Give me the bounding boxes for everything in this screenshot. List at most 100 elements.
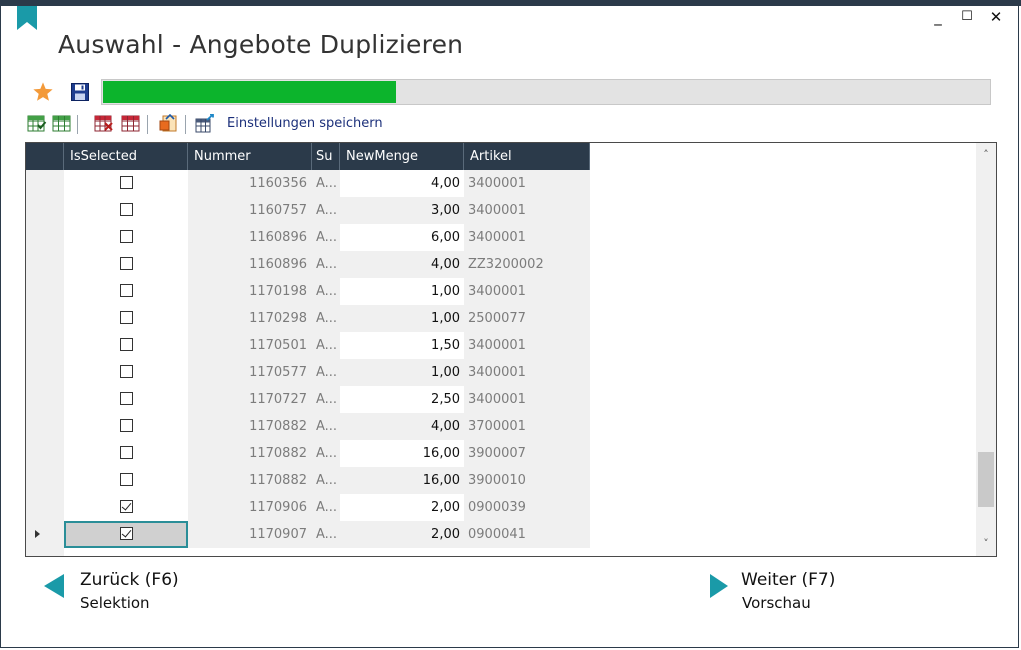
newmenge-cell[interactable]: 1,00 (340, 305, 464, 332)
nummer-cell[interactable]: 1170727 (188, 386, 312, 413)
artikel-cell[interactable]: 3400001 (464, 170, 590, 197)
newmenge-cell[interactable]: 4,00 (340, 413, 464, 440)
nummer-cell[interactable]: 1170882 (188, 413, 312, 440)
minimize-button[interactable]: _ (929, 8, 947, 26)
su-cell[interactable]: A... (312, 197, 340, 224)
isselected-cell[interactable] (64, 332, 188, 359)
grid-deselect-icon[interactable] (94, 114, 114, 134)
artikel-cell[interactable]: 3700001 (464, 413, 590, 440)
table-row[interactable]: 1170907 A... 2,00 0900041 (26, 521, 590, 548)
isselected-cell[interactable] (64, 197, 188, 224)
artikel-cell[interactable]: 3900007 (464, 440, 590, 467)
grid-settings-icon[interactable] (195, 114, 215, 134)
su-cell[interactable]: A... (312, 224, 340, 251)
grid-green-icon[interactable] (52, 114, 72, 134)
column-header-artikel[interactable]: Artikel (464, 143, 590, 170)
nummer-cell[interactable]: 1170882 (188, 440, 312, 467)
nummer-cell[interactable]: 1160896 (188, 251, 312, 278)
artikel-cell[interactable]: 3400001 (464, 359, 590, 386)
table-row[interactable]: 1170298 A... 1,00 2500077 (26, 305, 590, 332)
newmenge-cell[interactable]: 2,50 (340, 386, 464, 413)
table-row[interactable]: 1170906 A... 2,00 0900039 (26, 494, 590, 521)
su-cell[interactable]: A... (312, 440, 340, 467)
artikel-cell[interactable]: 0900041 (464, 521, 590, 548)
isselected-cell[interactable] (64, 170, 188, 197)
isselected-cell[interactable] (64, 521, 188, 548)
column-header-nummer[interactable]: Nummer (188, 143, 312, 170)
nummer-cell[interactable]: 1160757 (188, 197, 312, 224)
isselected-cell[interactable] (64, 386, 188, 413)
newmenge-cell[interactable]: 2,00 (340, 494, 464, 521)
table-row[interactable]: 1170577 A... 1,00 3400001 (26, 359, 590, 386)
grid-red-icon[interactable] (121, 114, 141, 134)
newmenge-cell[interactable]: 4,00 (340, 170, 464, 197)
bookmark-icon[interactable] (17, 6, 37, 30)
back-button[interactable]: Zurück (F6) Selektion (44, 570, 184, 616)
column-header-su[interactable]: Su (312, 143, 340, 170)
next-button[interactable]: Weiter (F7) Vorschau (710, 570, 850, 616)
table-row[interactable]: 1170727 A... 2,50 3400001 (26, 386, 590, 413)
newmenge-cell[interactable]: 6,00 (340, 224, 464, 251)
maximize-button[interactable]: ☐ (958, 8, 976, 26)
artikel-cell[interactable]: 3400001 (464, 332, 590, 359)
nummer-cell[interactable]: 1170501 (188, 332, 312, 359)
su-cell[interactable]: A... (312, 170, 340, 197)
table-row[interactable]: 1170882 A... 4,00 3700001 (26, 413, 590, 440)
newmenge-cell[interactable]: 2,00 (340, 521, 464, 548)
data-grid[interactable]: IsSelected Nummer Su NewMenge Artikel 11… (25, 142, 997, 557)
table-row[interactable]: 1170882 A... 16,00 3900010 (26, 467, 590, 494)
table-row[interactable]: 1170501 A... 1,50 3400001 (26, 332, 590, 359)
row-checkbox[interactable] (119, 527, 133, 540)
export-icon[interactable] (159, 114, 179, 134)
newmenge-cell[interactable]: 4,00 (340, 251, 464, 278)
artikel-cell[interactable]: 3400001 (464, 197, 590, 224)
isselected-cell[interactable] (64, 413, 188, 440)
newmenge-cell[interactable]: 1,50 (340, 332, 464, 359)
row-checkbox[interactable] (119, 446, 133, 459)
su-cell[interactable]: A... (312, 413, 340, 440)
artikel-cell[interactable]: 3400001 (464, 278, 590, 305)
row-checkbox[interactable] (119, 392, 133, 405)
table-row[interactable]: 1170882 A... 16,00 3900007 (26, 440, 590, 467)
su-cell[interactable]: A... (312, 278, 340, 305)
isselected-cell[interactable] (64, 467, 188, 494)
vertical-scrollbar[interactable]: ˄ ˅ (976, 143, 996, 556)
nummer-cell[interactable]: 1170906 (188, 494, 312, 521)
row-checkbox[interactable] (119, 203, 133, 216)
su-cell[interactable]: A... (312, 305, 340, 332)
isselected-cell[interactable] (64, 251, 188, 278)
nummer-cell[interactable]: 1170882 (188, 467, 312, 494)
isselected-cell[interactable] (64, 278, 188, 305)
newmenge-cell[interactable]: 16,00 (340, 440, 464, 467)
su-cell[interactable]: A... (312, 359, 340, 386)
su-cell[interactable]: A... (312, 386, 340, 413)
isselected-cell[interactable] (64, 224, 188, 251)
row-checkbox[interactable] (119, 500, 133, 513)
artikel-cell[interactable]: 0900039 (464, 494, 590, 521)
row-checkbox[interactable] (119, 473, 133, 486)
isselected-cell[interactable] (64, 494, 188, 521)
table-row[interactable]: 1160896 A... 4,00 ZZ3200002 (26, 251, 590, 278)
nummer-cell[interactable]: 1160896 (188, 224, 312, 251)
scroll-up-arrow-icon[interactable]: ˄ (976, 145, 996, 165)
save-icon[interactable] (71, 83, 89, 101)
nummer-cell[interactable]: 1170198 (188, 278, 312, 305)
row-checkbox[interactable] (119, 230, 133, 243)
isselected-cell[interactable] (64, 359, 188, 386)
su-cell[interactable]: A... (312, 494, 340, 521)
su-cell[interactable]: A... (312, 467, 340, 494)
table-row[interactable]: 1160896 A... 6,00 3400001 (26, 224, 590, 251)
column-header-newmenge[interactable]: NewMenge (340, 143, 464, 170)
artikel-cell[interactable]: 2500077 (464, 305, 590, 332)
nummer-cell[interactable]: 1170298 (188, 305, 312, 332)
scrollbar-thumb[interactable] (978, 452, 994, 507)
grid-select-all-icon[interactable] (27, 114, 47, 134)
row-checkbox[interactable] (119, 176, 133, 189)
row-checkbox[interactable] (119, 257, 133, 270)
su-cell[interactable]: A... (312, 332, 340, 359)
table-row[interactable]: 1170198 A... 1,00 3400001 (26, 278, 590, 305)
column-header-isselected[interactable]: IsSelected (64, 143, 188, 170)
nummer-cell[interactable]: 1170907 (188, 521, 312, 548)
nummer-cell[interactable]: 1160356 (188, 170, 312, 197)
row-checkbox[interactable] (119, 284, 133, 297)
